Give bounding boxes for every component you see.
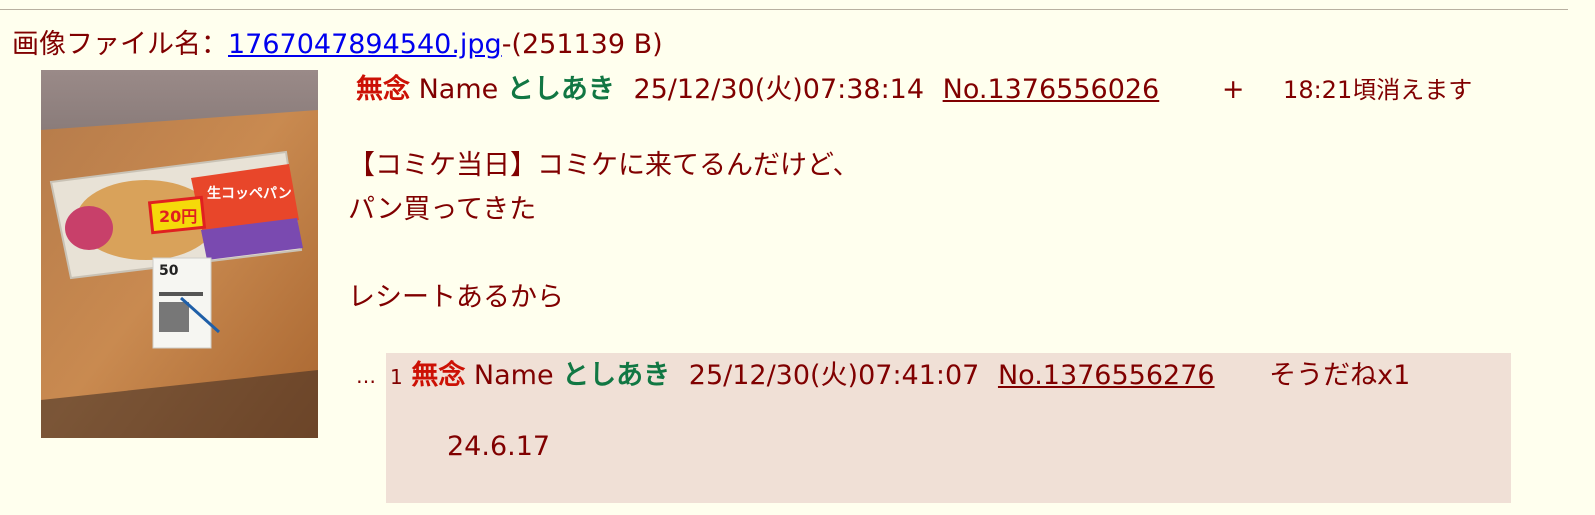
reply-index: 1: [390, 365, 403, 389]
op-name-label: Name: [418, 74, 499, 105]
op-datetime: 25/12/30(火)07:38:14: [633, 74, 925, 105]
expire-notice: 18:21頃消えます: [1283, 76, 1473, 104]
plus-button[interactable]: +: [1222, 72, 1245, 108]
reply-ellipsis: …: [356, 364, 376, 388]
op-body-line: [348, 232, 860, 276]
sodane-button[interactable]: そうだねx1: [1269, 358, 1410, 394]
reply-subject: 無念: [411, 360, 466, 391]
op-name: としあき: [506, 74, 615, 105]
reply-post-number[interactable]: No.1376556276: [998, 360, 1215, 391]
svg-text:20円: 20円: [159, 207, 197, 226]
file-prefix: 画像ファイル名：: [12, 29, 228, 60]
post-thumbnail[interactable]: 20円 生コッペパン 50: [41, 70, 318, 438]
file-link[interactable]: 1767047894540.jpg: [228, 29, 502, 60]
file-size: -(251139 B): [501, 29, 663, 60]
reply-datetime: 25/12/30(火)07:41:07: [688, 360, 980, 391]
top-divider: [0, 9, 1568, 10]
op-post-body: 【コミケ当日】コミケに来てるんだけど、 パン買ってきた レシートあるから: [348, 144, 860, 320]
op-body-line: レシートあるから: [348, 282, 564, 313]
reply-name-label: Name: [473, 360, 554, 391]
op-subject: 無念: [356, 74, 410, 105]
op-body-line: パン買ってきた: [348, 194, 537, 225]
op-post-number[interactable]: No.1376556026: [943, 74, 1160, 105]
svg-text:生コッペパン: 生コッペパン: [207, 185, 292, 202]
thumbnail-image: 20円 生コッペパン 50: [41, 70, 318, 438]
op-post-header: 無念 Name としあき 25/12/30(火)07:38:14 No.1376…: [356, 72, 1472, 108]
reply-body: 24.6.17: [447, 431, 551, 462]
reply-name: としあき: [562, 360, 671, 391]
svg-text:50: 50: [159, 263, 179, 279]
op-body-line: 【コミケ当日】コミケに来てるんだけど、: [348, 150, 860, 181]
reply-post: 1 無念 Name としあき 25/12/30(火)07:41:07 No.13…: [386, 353, 1511, 503]
file-info: 画像ファイル名：1767047894540.jpg-(251139 B): [12, 27, 663, 63]
reply-header: 1 無念 Name としあき 25/12/30(火)07:41:07 No.13…: [390, 358, 1410, 395]
